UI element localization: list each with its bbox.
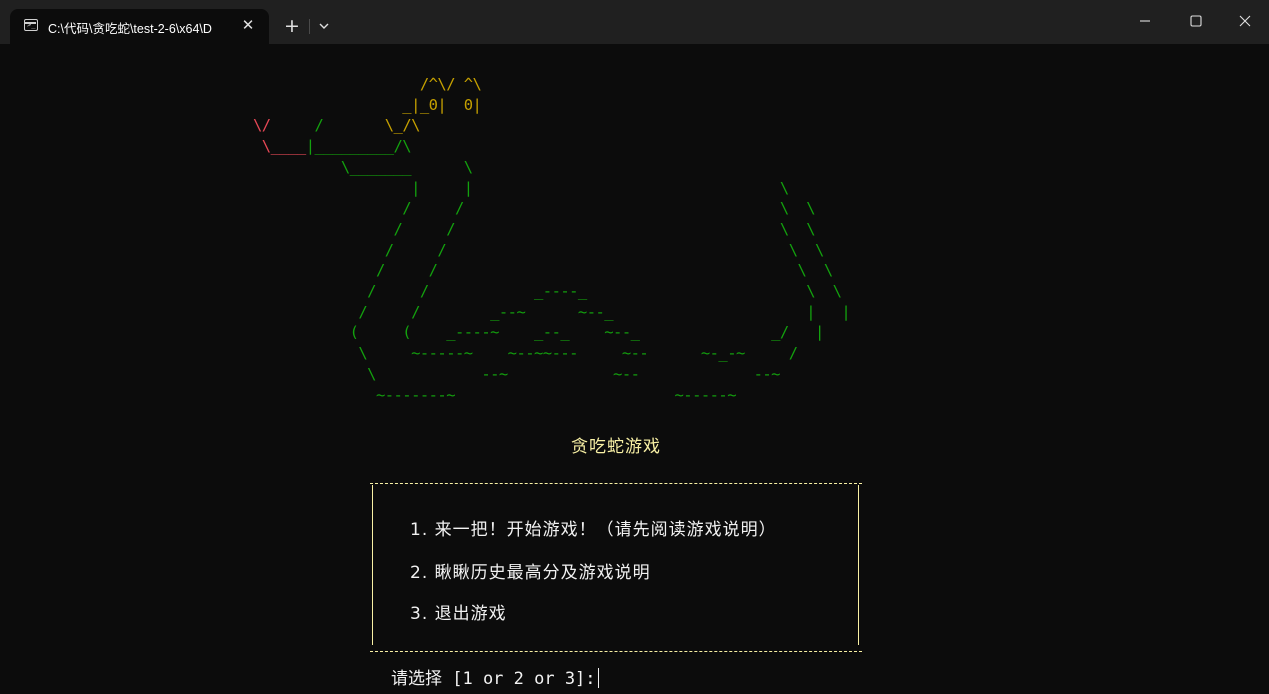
snake-tongue-1: \/: [253, 116, 315, 135]
tab-separator: [309, 19, 310, 34]
snake-mouth: \_/\: [384, 116, 421, 135]
new-tab-button[interactable]: +: [281, 15, 303, 37]
maximize-icon: [1190, 15, 1202, 27]
title-bar[interactable]: >_ C:\代码\贪吃蛇\test-2-6\x64\D ✕ +: [0, 0, 1269, 44]
menu-item-start: 1. 来一把！开始游戏！（请先阅读游戏说明）: [410, 520, 777, 540]
input-prompt[interactable]: 请选择 [1 or 2 or 3]:: [391, 664, 600, 689]
snake-head-top: /^\/ ^\ _|_0| 0|: [402, 75, 482, 114]
snake-neck-2: |_________/\: [305, 137, 412, 156]
menu-bottom-border: [370, 651, 862, 652]
tab-active[interactable]: >_ C:\代码\贪吃蛇\test-2-6\x64\D ✕: [10, 9, 269, 44]
menu-top-border: [370, 483, 862, 484]
snake-ascii-art: /^\/ ^\ _|_0| 0| \/ / \_/\ \____|_______…: [253, 74, 851, 405]
prompt-text: 请选择 [1 or 2 or 3]:: [391, 669, 596, 689]
menu-right-border: [858, 485, 859, 645]
tab-title: C:\代码\贪吃蛇\test-2-6\x64\D: [48, 22, 212, 36]
minimize-button[interactable]: [1121, 0, 1169, 44]
close-tab-icon[interactable]: ✕: [238, 15, 258, 35]
game-title: 贪吃蛇游戏: [571, 437, 661, 457]
close-window-button[interactable]: [1221, 0, 1269, 44]
text-cursor: [597, 668, 600, 688]
menu-item-highscore: 2. 瞅瞅历史最高分及游戏说明: [410, 563, 651, 583]
menu-item-exit: 3. 退出游戏: [410, 604, 507, 624]
terminal-window: >_ C:\代码\贪吃蛇\test-2-6\x64\D ✕ + /^\/ ^\ …: [0, 0, 1269, 694]
snake-neck-1: /: [314, 116, 385, 135]
terminal-icon: >_: [24, 19, 38, 31]
minimize-icon: [1140, 20, 1150, 22]
maximize-button[interactable]: [1172, 0, 1220, 44]
menu-left-border: [372, 485, 373, 645]
close-icon: [1239, 15, 1251, 27]
snake-body: \_______ \ | | \ / / \ \ / / \ \ / / \ \…: [340, 157, 851, 404]
menu-box: 1. 来一把！开始游戏！（请先阅读游戏说明） 2. 瞅瞅历史最高分及游戏说明 3…: [370, 477, 862, 653]
snake-tongue-2: \____: [253, 137, 306, 156]
chevron-down-icon[interactable]: [315, 17, 333, 35]
